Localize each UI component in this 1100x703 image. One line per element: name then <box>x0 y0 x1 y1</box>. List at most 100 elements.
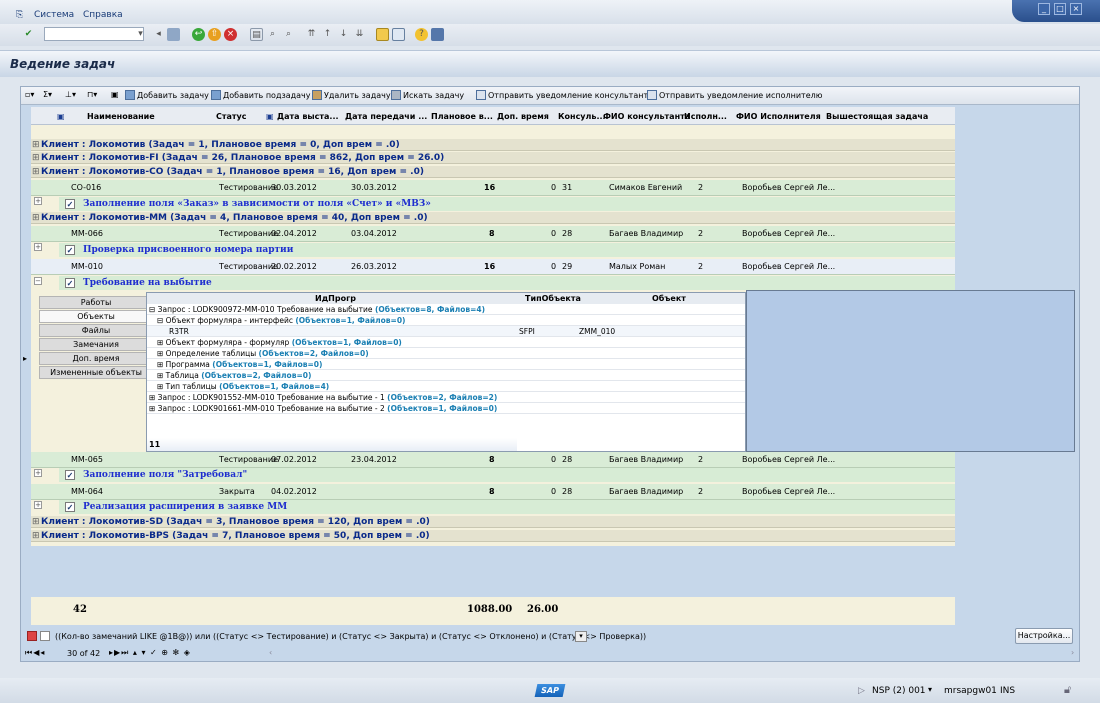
status-arrow-icon[interactable]: ▷ <box>858 686 865 696</box>
table-row[interactable]: MM-065 Тестирование 07.02.2012 23.04.201… <box>31 452 955 468</box>
col-date-transfer[interactable]: Дата передачи ... <box>345 112 427 121</box>
details-icon[interactable]: ▫▾ <box>25 90 34 102</box>
tree-node[interactable]: ⊞ Тип таблицы (Объектов=1, Файлов=4) <box>147 381 745 392</box>
task-checkbox[interactable]: ✓ <box>65 199 75 209</box>
col-parent-task[interactable]: Вышестоящая задача <box>826 112 928 121</box>
col-executor[interactable]: Исполн... <box>684 112 727 121</box>
tree-node[interactable]: ⊞ Программа (Объектов=1, Файлов=0) <box>147 359 745 370</box>
chevron-down-icon[interactable]: ▾ <box>134 28 147 41</box>
first-page-icon[interactable]: ⇈ <box>305 28 318 41</box>
tab-works[interactable]: Работы <box>39 296 153 309</box>
tree-col-id[interactable]: ИдПрогр <box>315 294 356 303</box>
scroll-right-icon[interactable]: › <box>1071 648 1074 657</box>
col-status[interactable]: Статус <box>216 112 247 121</box>
add-subtask-button[interactable]: Добавить подзадачу <box>211 90 311 102</box>
tab-extra-time[interactable]: Доп. время <box>39 352 153 365</box>
collapse-icon[interactable]: − <box>34 277 42 285</box>
col-date-set[interactable]: Дата выста... <box>277 112 339 121</box>
nav-first-icon[interactable]: ⏮◀◂ <box>25 648 45 658</box>
table-row[interactable]: CO-016 Тестирование 30.03.2012 30.03.201… <box>31 180 955 196</box>
col-name[interactable]: Наименование <box>87 112 155 121</box>
menu-item-system[interactable]: Система <box>34 10 74 20</box>
expand-icon[interactable]: + <box>34 243 42 251</box>
find-icon[interactable]: ⌕ <box>266 28 279 41</box>
notify-executor-button[interactable]: Отправить уведомление исполнителю <box>647 90 822 102</box>
task-title[interactable]: ✓ Заполнение поля «Заказ» в зависимости о… <box>59 197 955 211</box>
table-row[interactable]: MM-066 Тестирование 02.04.2012 03.04.201… <box>31 226 955 242</box>
subtotal-icon[interactable]: ⊥▾ <box>65 90 76 102</box>
save-icon[interactable] <box>167 28 180 41</box>
table-row[interactable]: MM-064 Закрыта 04.02.2012 8 0 28 Багаев … <box>31 484 955 500</box>
task-title[interactable]: ✓ Проверка присвоенного номера партии <box>59 243 955 257</box>
maximize-icon[interactable]: □ <box>1054 3 1066 15</box>
print-icon[interactable]: ▤ <box>250 28 263 41</box>
tab-files[interactable]: Файлы <box>39 324 153 337</box>
tree-node[interactable]: ⊞ Запрос : LODK901552-MM-010 Требование … <box>147 392 745 403</box>
tree-node[interactable]: ⊞ Таблица (Объектов=2, Файлов=0) <box>147 370 745 381</box>
group-row[interactable]: Клиент : Локомотив-MM (Задач = 4, Планов… <box>31 212 955 224</box>
tree-node[interactable]: ⊞ Определение таблицы (Объектов=2, Файло… <box>147 348 745 359</box>
group-row[interactable]: Клиент : Локомотив-FI (Задач = 26, Плано… <box>31 152 955 164</box>
export-icon[interactable]: ▣ <box>111 90 119 102</box>
col-executor-name[interactable]: ФИО Исполнителя <box>736 112 821 121</box>
tree-col-type[interactable]: ТипОбъекта <box>525 294 581 303</box>
filter-dropdown-icon[interactable]: ▾ <box>575 631 587 642</box>
col-plan-time[interactable]: Плановое в... <box>431 112 493 121</box>
col-consultant-name[interactable]: ФИО консультанта <box>603 112 690 121</box>
next-page-icon[interactable]: ↓ <box>337 28 350 41</box>
tree-node[interactable]: ⊟ Объект формуляра - интерфейс (Объектов… <box>147 315 745 326</box>
back-icon[interactable]: ↩ <box>192 28 205 41</box>
group-row[interactable]: Клиент : Локомотив-CO (Задач = 1, Планов… <box>31 166 955 178</box>
filter-active-checkbox[interactable] <box>40 631 50 641</box>
help-icon[interactable]: ? <box>415 28 428 41</box>
group-row[interactable]: Клиент : Локомотив-SD (Задач = 3, Планов… <box>31 516 955 528</box>
add-task-button[interactable]: Добавить задачу <box>125 90 209 102</box>
delete-task-button[interactable]: Удалить задачу <box>312 90 391 102</box>
filter-icon[interactable]: ⊓▾ <box>87 90 97 102</box>
tree-node[interactable]: ⊞ Объект формуляра - формуляр (Объектов=… <box>147 337 745 348</box>
layout-menu-icon[interactable] <box>431 28 444 41</box>
tab-remarks[interactable]: Замечания <box>39 338 153 351</box>
col-consultant[interactable]: Консуль... <box>558 112 606 121</box>
command-field[interactable] <box>44 27 144 41</box>
settings-button[interactable]: Настройка... <box>1015 628 1073 644</box>
task-checkbox[interactable]: ✓ <box>65 502 75 512</box>
col-extra-time[interactable]: Доп. время <box>497 112 549 121</box>
task-checkbox[interactable]: ✓ <box>65 470 75 480</box>
menu-icon[interactable]: ⎘ <box>16 10 23 20</box>
tab-objects[interactable]: Объекты <box>39 310 153 323</box>
nav-next-icon[interactable]: ▸▶⏭ ▴ ▾ ✓ ⊕ ✻ ◈ <box>109 648 191 658</box>
scroll-left-icon[interactable]: ‹ <box>269 648 272 657</box>
new-session-icon[interactable] <box>376 28 389 41</box>
menu-item-help[interactable]: Справка <box>83 10 123 20</box>
task-checkbox[interactable]: ✓ <box>65 278 75 288</box>
find-next-icon[interactable]: ⌕ <box>282 28 295 41</box>
last-page-icon[interactable]: ⇊ <box>353 28 366 41</box>
task-checkbox[interactable]: ✓ <box>65 245 75 255</box>
expand-icon[interactable]: + <box>34 197 42 205</box>
tree-node[interactable]: ⊟ Запрос : LODK900972-MM-010 Требование … <box>147 304 745 315</box>
select-all-icon[interactable]: ▣ <box>57 112 65 121</box>
system-info[interactable]: NSP (2) 001 <box>872 686 926 696</box>
sum-icon[interactable]: Σ▾ <box>43 90 52 102</box>
search-task-button[interactable]: Искать задачу <box>391 90 464 102</box>
group-row[interactable]: Клиент : Локомотив (Задач = 1, Плановое … <box>31 139 955 151</box>
prev-page-icon[interactable]: ↑ <box>321 28 334 41</box>
tab-changed-objects[interactable]: Измененные объекты <box>39 366 153 379</box>
close-icon[interactable]: × <box>1070 3 1082 15</box>
expand-icon[interactable]: + <box>34 501 42 509</box>
task-title[interactable]: ✓ Заполнение поля "Затребовал" <box>59 468 955 482</box>
group-row[interactable]: Клиент : Локомотив-BPS (Задач = 7, Плано… <box>31 530 955 542</box>
cancel-icon[interactable]: × <box>224 28 237 41</box>
enter-icon[interactable]: ✔ <box>22 28 35 41</box>
minimize-icon[interactable]: _ <box>1038 3 1050 15</box>
system-dropdown-icon[interactable]: ▾ <box>928 685 932 694</box>
task-title[interactable]: ✓ Реализация расширения в заявке MM <box>59 500 955 514</box>
task-title[interactable]: ✓ Требование на выбытие <box>59 276 955 290</box>
notify-consultant-button[interactable]: Отправить уведомление консультанту <box>476 90 653 102</box>
filter-delete-icon[interactable] <box>27 631 37 641</box>
tree-leaf[interactable]: R3TR SFPI ZMM_010 <box>147 326 745 337</box>
table-row[interactable]: MM-010 Тестирование 20.02.2012 26.03.201… <box>31 259 955 275</box>
tree-col-object[interactable]: Объект <box>652 294 686 303</box>
expand-icon[interactable]: + <box>34 469 42 477</box>
